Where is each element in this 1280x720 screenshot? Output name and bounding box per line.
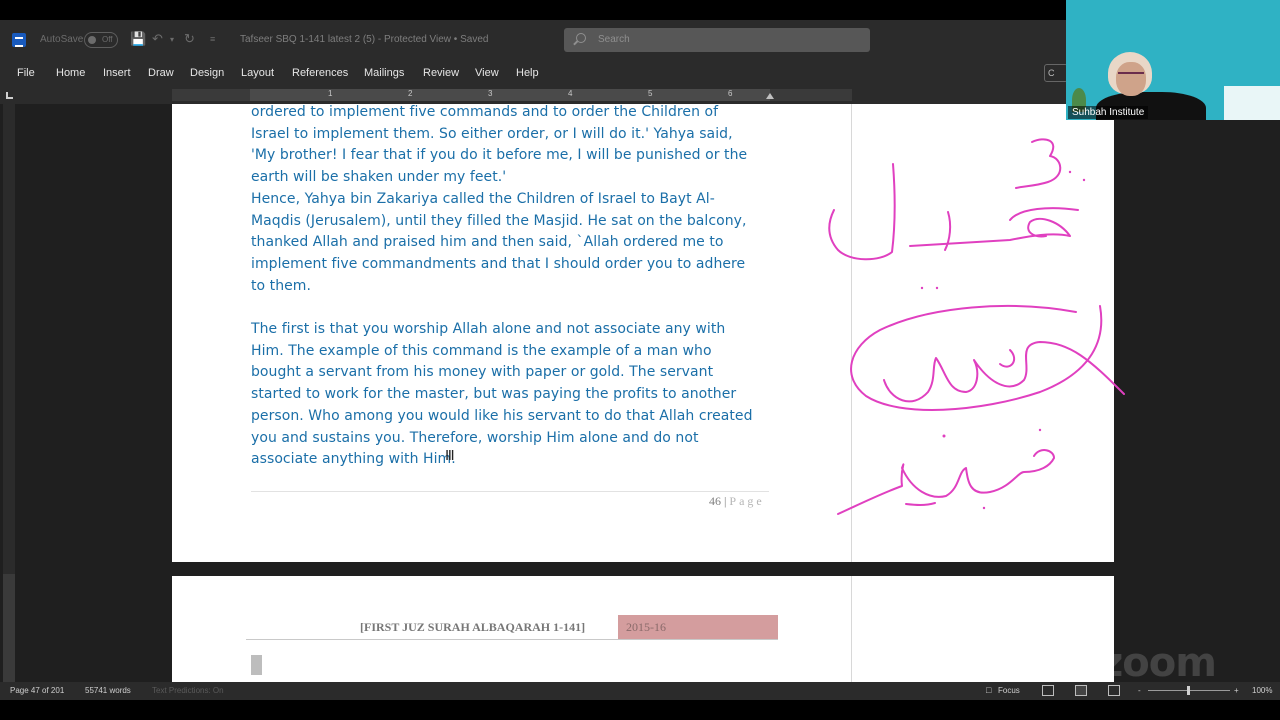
undo-dropdown-icon[interactable]: ▾ <box>170 35 174 44</box>
participant-video[interactable]: Suhbah Institute <box>1066 0 1280 120</box>
bottom-black-bar <box>0 700 1280 720</box>
web-layout-icon[interactable] <box>1108 685 1120 696</box>
text-line: Maqdis (Jerusalem), until they filled th… <box>251 212 747 229</box>
body-text[interactable]: ordered to implement five commands and t… <box>251 104 781 471</box>
tab-file[interactable]: File <box>17 67 35 79</box>
tab-selector-icon[interactable] <box>6 92 13 99</box>
comments-button[interactable]: C <box>1044 64 1068 82</box>
header-year: 2015-16 <box>618 615 778 639</box>
text-line: The first is that you worship Allah alon… <box>251 321 726 338</box>
text-line: to them. <box>251 277 311 294</box>
text-line: ordered to implement five commands and t… <box>251 104 719 120</box>
redo-icon[interactable]: ↻ <box>184 31 195 47</box>
word-logo-icon <box>12 33 26 47</box>
page-number: 46 <box>709 494 721 508</box>
footer-rule <box>251 491 769 492</box>
tab-draw[interactable]: Draw <box>148 67 174 79</box>
ruler-number: 3 <box>488 89 493 98</box>
screen: AutoSave Off 💾 ↶ ▾ ↻ ≡ Tafseer SBQ 1-141… <box>0 0 1280 720</box>
text-line: thanked Allah and praised him and then s… <box>251 234 724 251</box>
focus-icon: □ <box>986 685 992 695</box>
save-icon[interactable]: 💾 <box>130 31 146 47</box>
zoom-slider-thumb[interactable] <box>1187 686 1190 695</box>
text-line: implement five commandments and that I s… <box>251 255 746 272</box>
text-cursor-icon: Ⅲ <box>445 447 455 463</box>
text-line: Hence, Yahya bin Zakariya called the Chi… <box>251 190 715 207</box>
ruler-number: 5 <box>648 89 653 98</box>
text-line: you and sustains you. Therefore, worship… <box>251 429 699 446</box>
page-47[interactable]: [FIRST JUZ SURAH ALBAQARAH 1-141] 2015-1… <box>172 576 1114 682</box>
word-count[interactable]: 55741 words <box>85 686 131 695</box>
text-line: bought a servant from his money with pap… <box>251 364 714 381</box>
ruler-number: 1 <box>328 89 333 98</box>
header-title: [FIRST JUZ SURAH ALBAQARAH 1-141] <box>360 620 586 634</box>
focus-button[interactable]: Focus <box>998 686 1020 695</box>
participant-face <box>1116 62 1146 96</box>
autosave-label: AutoSave <box>40 34 84 45</box>
tab-review[interactable]: Review <box>423 67 459 79</box>
text-line: person. Who among you would like his ser… <box>251 407 753 424</box>
ruler-number: 2 <box>408 89 413 98</box>
print-layout-icon[interactable] <box>1075 685 1087 696</box>
right-margin-boundary <box>851 104 852 562</box>
tab-insert[interactable]: Insert <box>103 67 131 79</box>
shelf-image <box>1224 86 1280 120</box>
zoom-out-button[interactable]: - <box>1138 686 1141 695</box>
text-line: started to work for the master, but was … <box>251 386 737 403</box>
page-footer: 46 | Page <box>709 494 765 509</box>
text-line: earth will be shaken under my feet.' <box>251 169 507 186</box>
vertical-ruler[interactable] <box>3 104 15 682</box>
glasses-icon <box>1118 72 1144 79</box>
zoom-level[interactable]: 100% <box>1252 686 1272 695</box>
read-mode-icon[interactable] <box>1042 685 1054 696</box>
tab-home[interactable]: Home <box>56 67 85 79</box>
tab-help[interactable]: Help <box>516 67 539 79</box>
search-box[interactable]: Search <box>564 28 870 52</box>
right-margin-boundary <box>851 576 852 682</box>
tab-design[interactable]: Design <box>190 67 224 79</box>
tab-view[interactable]: View <box>475 67 499 79</box>
page-label: Page <box>729 494 765 508</box>
text-predictions[interactable]: Text Predictions: On <box>152 686 224 695</box>
autosave-toggle[interactable]: Off <box>84 32 118 48</box>
text-line: Israel to implement them. So either orde… <box>251 125 733 142</box>
text-line: Him. The example of this command is the … <box>251 342 712 359</box>
document-title: Tafseer SBQ 1-141 latest 2 (5) - Protect… <box>240 34 489 45</box>
tab-layout[interactable]: Layout <box>241 67 274 79</box>
search-icon <box>576 33 586 43</box>
zoom-in-button[interactable]: + <box>1234 686 1239 695</box>
zoom-watermark: zoom <box>1100 640 1217 686</box>
header-rule <box>246 639 778 640</box>
participant-name: Suhbah Institute <box>1068 106 1149 119</box>
insertion-cursor <box>251 655 262 675</box>
ruler-number: 6 <box>728 89 733 98</box>
page-46[interactable]: ordered to implement five commands and t… <box>172 104 1114 562</box>
tab-mailings[interactable]: Mailings <box>364 67 404 79</box>
ruler-number: 4 <box>568 89 573 98</box>
page-info[interactable]: Page 47 of 201 <box>10 686 64 695</box>
horizontal-ruler[interactable]: 1 2 3 4 5 6 <box>172 89 852 101</box>
text-line: associate anything with Him. <box>251 451 456 468</box>
customize-toolbar-icon[interactable]: ≡ <box>210 34 215 44</box>
search-placeholder: Search <box>598 34 630 45</box>
tab-references[interactable]: References <box>292 67 348 79</box>
document-canvas[interactable]: ordered to implement five commands and t… <box>20 104 1280 682</box>
undo-icon[interactable]: ↶ <box>152 31 163 47</box>
right-indent-marker[interactable] <box>766 93 774 99</box>
vertical-ruler-text-area <box>3 574 15 682</box>
status-bar: Page 47 of 201 55741 words Text Predicti… <box>0 682 1280 700</box>
text-line: 'My brother! I fear that if you do it be… <box>251 147 748 164</box>
